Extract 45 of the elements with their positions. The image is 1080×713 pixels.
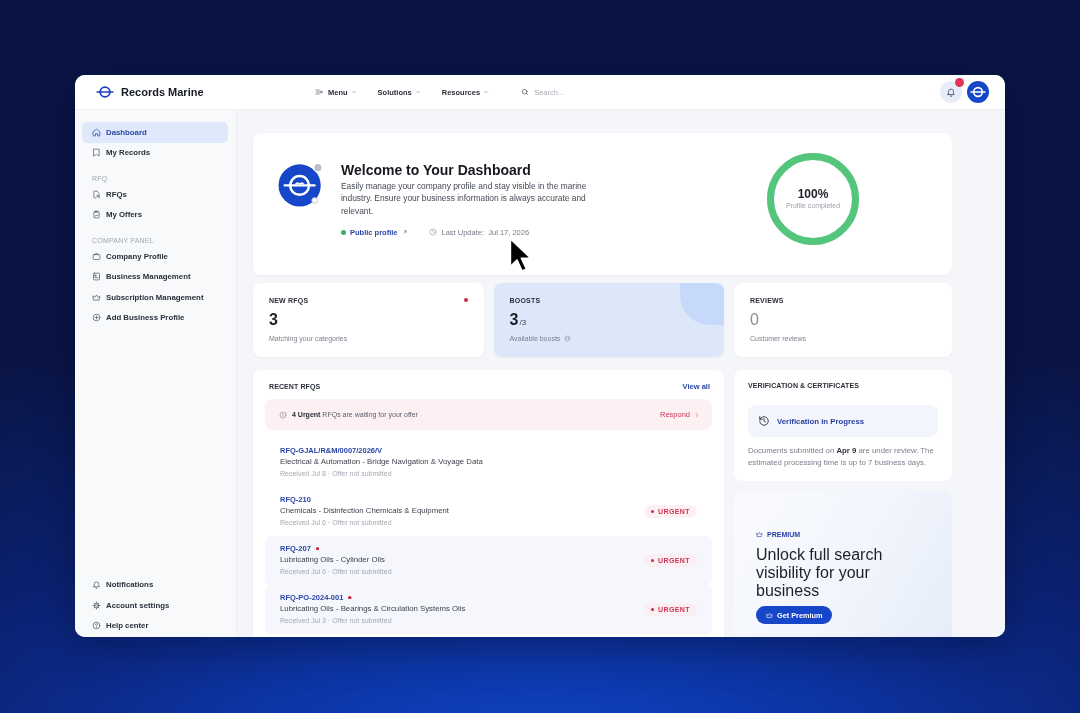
account-button[interactable] [967, 81, 989, 103]
caret-icon [414, 89, 421, 95]
alert-icon [279, 410, 287, 419]
clipboard-icon [92, 210, 101, 220]
badge-dot-icon [651, 510, 655, 513]
badge-dot-icon [651, 559, 655, 562]
bell-icon [92, 580, 101, 590]
bell-icon [946, 87, 956, 97]
progress-value: 100% [796, 187, 830, 201]
logo-icon [970, 84, 986, 100]
brand-name: Records Marine [121, 86, 204, 98]
document-search-icon [92, 189, 101, 199]
stat-value: 3 [269, 311, 278, 329]
company-logo-icon [278, 162, 325, 207]
crown-icon [92, 292, 101, 302]
card-decoration [680, 283, 724, 325]
chevron-icon [694, 411, 700, 418]
stat-value: 0 [750, 311, 759, 329]
search-icon [521, 88, 530, 96]
crown-icon [756, 530, 763, 538]
menu-icon [315, 88, 323, 96]
caret-icon [483, 89, 490, 95]
unread-dot-icon [315, 546, 320, 551]
badge-dot-icon [651, 608, 655, 611]
document-icon [92, 272, 101, 282]
unread-dot-icon [348, 595, 352, 600]
clock-icon [428, 228, 437, 237]
help-icon [92, 621, 101, 631]
notifications-button[interactable] [940, 81, 962, 103]
bookmark-icon [92, 148, 101, 158]
status-dot-icon [341, 229, 346, 235]
stat-suffix: /3 [519, 318, 527, 327]
premium-heading: Unlock full search visibility for your business [756, 546, 884, 600]
settings-icon [92, 600, 101, 610]
welcome-title: Welcome to Your Dashboard [341, 163, 532, 178]
crown-icon [766, 611, 773, 619]
stat-value: 3 [509, 311, 519, 329]
home-icon [92, 127, 101, 137]
logo-icon [96, 83, 114, 101]
arrow-up-right-icon [401, 229, 408, 236]
welcome-description: Easily manage your company profile and stay visible in the marine industry. Ensure your business information is always accurate and relevant. [341, 180, 588, 217]
add-icon [92, 313, 101, 323]
caret-icon [350, 89, 357, 95]
history-icon [758, 415, 770, 427]
briefcase-icon [92, 251, 101, 261]
